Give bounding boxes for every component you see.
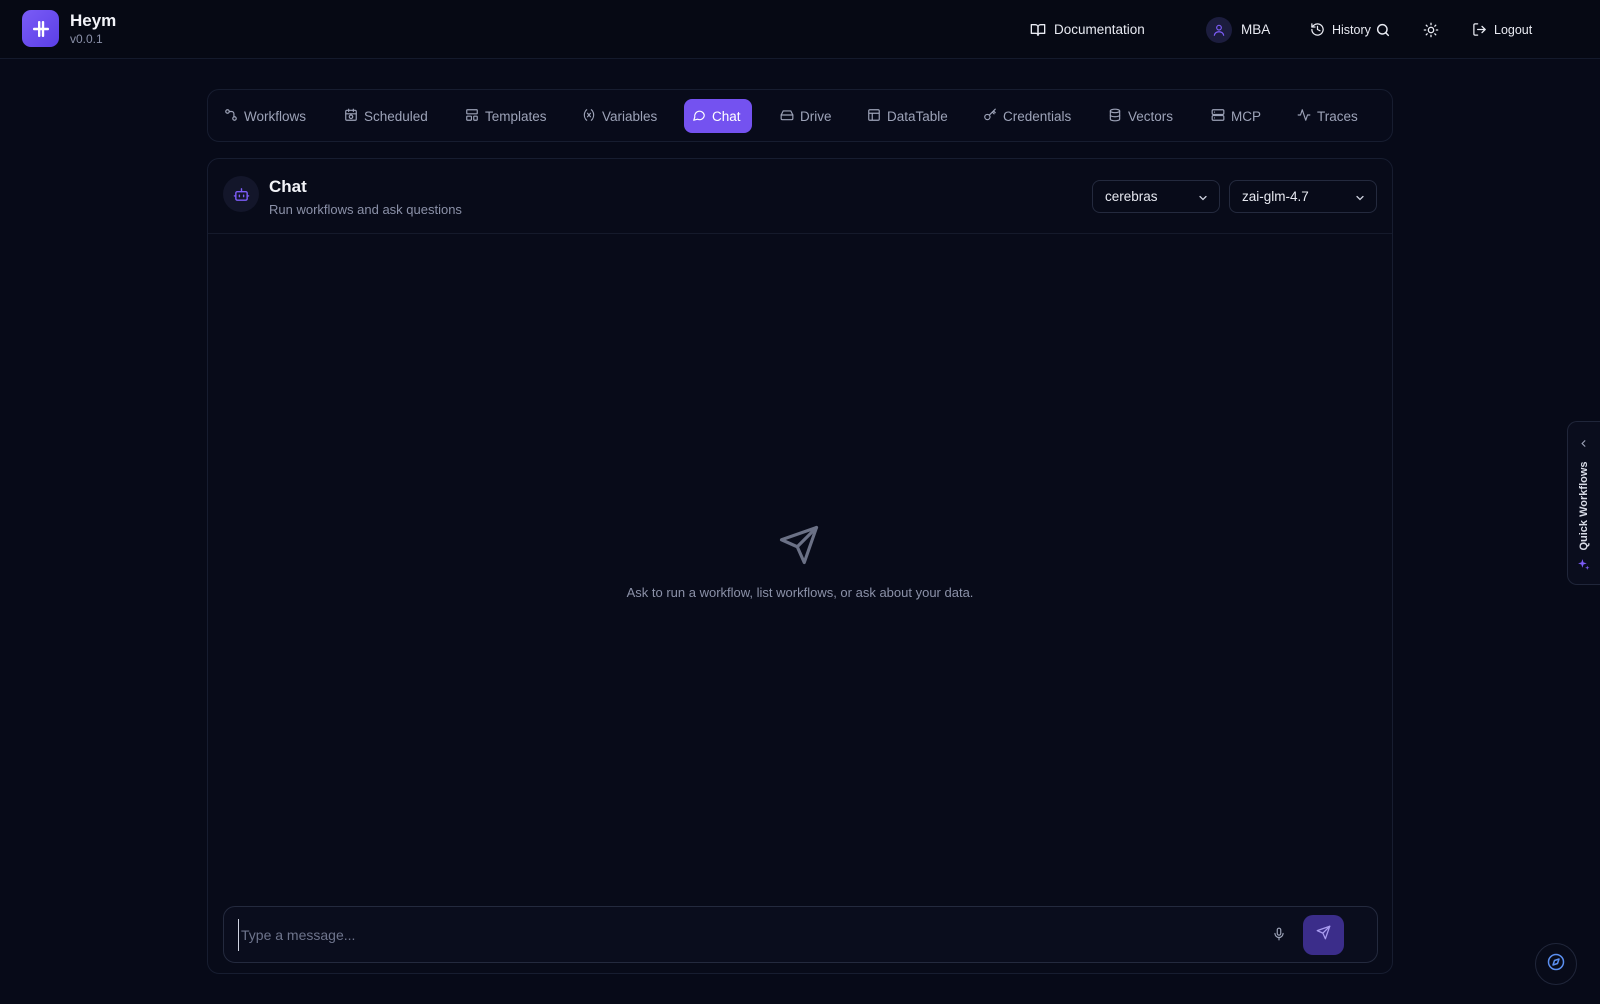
provider-value: cerebras (1105, 189, 1158, 204)
top-bar: Heym v0.0.1 Documentation MBA History Lo… (0, 0, 1600, 59)
search-icon (1375, 22, 1391, 38)
tab-label: Credentials (1003, 108, 1072, 124)
search-button[interactable] (1375, 22, 1391, 38)
tab-label: Variables (602, 108, 658, 124)
send-plane-icon (778, 524, 820, 571)
sparkles-icon (1577, 558, 1590, 576)
tab-label: DataTable (887, 108, 948, 124)
message-input[interactable] (238, 919, 1258, 951)
app-name: Heym (70, 10, 117, 30)
compass-icon (1547, 953, 1565, 976)
documentation-link[interactable]: Documentation (1030, 22, 1170, 38)
tab-label: Scheduled (364, 108, 428, 124)
logout-label: Logout (1494, 22, 1533, 37)
workflow-icon (224, 108, 244, 125)
tab-variables[interactable]: Variables (574, 99, 665, 133)
logout-icon (1472, 22, 1487, 37)
tab-label: Templates (485, 108, 547, 124)
tab-label: Workflows (244, 108, 307, 124)
message-composer (223, 906, 1378, 963)
app-version: v0.0.1 (70, 31, 103, 46)
tab-label: Traces (1317, 108, 1358, 124)
tab-scheduled[interactable]: Scheduled (336, 99, 436, 133)
history-label: History (1332, 22, 1371, 37)
microphone-icon[interactable] (1272, 926, 1286, 947)
app-logo-icon (22, 10, 59, 47)
tab-label: Drive (800, 108, 832, 124)
page-subtitle: Run workflows and ask questions (269, 202, 462, 217)
hard-drive-icon (780, 108, 800, 125)
user-name: MBA (1241, 22, 1271, 37)
chat-bubble-icon (692, 108, 712, 125)
chevron-down-icon (1354, 192, 1366, 207)
tab-vectors[interactable]: Vectors (1100, 99, 1181, 133)
book-icon (1030, 22, 1046, 38)
theme-toggle[interactable] (1423, 22, 1439, 38)
tab-datatable[interactable]: DataTable (859, 99, 956, 133)
activity-icon (1297, 108, 1317, 125)
provider-select[interactable]: cerebras (1092, 180, 1220, 213)
user-menu[interactable]: MBA (1206, 16, 1296, 43)
compass-button[interactable] (1535, 943, 1577, 985)
tab-mcp[interactable]: MCP (1203, 99, 1269, 133)
send-icon (1316, 925, 1331, 945)
main-nav: Workflows Scheduled Templates Variables … (207, 89, 1393, 142)
tab-label: Chat (712, 108, 741, 124)
brand[interactable]: Heym v0.0.1 (22, 10, 116, 47)
chat-panel: Chat Run workflows and ask questions cer… (207, 158, 1393, 974)
documentation-label: Documentation (1054, 22, 1145, 37)
server-icon (1211, 108, 1231, 125)
tab-label: MCP (1231, 108, 1261, 124)
tab-traces[interactable]: Traces (1289, 99, 1366, 133)
history-icon (1310, 22, 1325, 37)
tab-drive[interactable]: Drive (772, 99, 840, 133)
avatar (1206, 16, 1232, 43)
quick-workflows-label: Quick Workflows (1578, 461, 1590, 551)
variable-icon (582, 108, 602, 125)
chevron-left-icon (1578, 436, 1589, 454)
tab-label: Vectors (1128, 108, 1174, 124)
tab-templates[interactable]: Templates (457, 99, 555, 133)
model-value: zai-glm-4.7 (1242, 189, 1309, 204)
database-icon (1108, 108, 1128, 125)
bot-icon (223, 176, 259, 212)
tab-workflows[interactable]: Workflows (216, 99, 314, 133)
page-title: Chat (269, 177, 307, 196)
model-select[interactable]: zai-glm-4.7 (1229, 180, 1377, 213)
logout-button[interactable]: Logout (1472, 22, 1572, 37)
empty-state-text: Ask to run a workflow, list workflows, o… (626, 585, 974, 600)
send-button[interactable] (1303, 915, 1344, 955)
chevron-down-icon (1197, 192, 1209, 207)
calendar-clock-icon (344, 108, 364, 125)
sun-icon (1423, 22, 1439, 38)
tab-credentials[interactable]: Credentials (975, 99, 1079, 133)
key-icon (983, 108, 1003, 125)
chat-header: Chat Run workflows and ask questions cer… (208, 159, 1392, 234)
quick-workflows-toggle[interactable]: Quick Workflows (1567, 421, 1600, 585)
tab-chat[interactable]: Chat (684, 99, 752, 133)
table-icon (867, 108, 887, 125)
layout-template-icon (465, 108, 485, 125)
